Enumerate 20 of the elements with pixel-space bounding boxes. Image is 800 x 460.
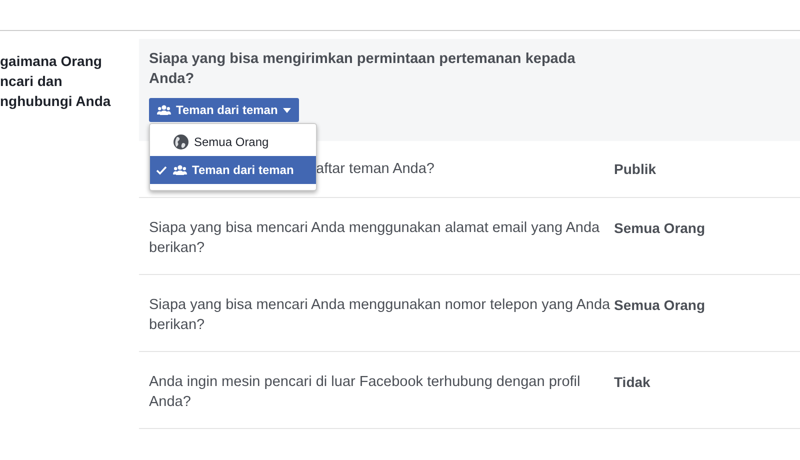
people-icon: [157, 104, 171, 116]
setting-value: Semua Orang: [614, 219, 706, 238]
setting-value: Semua Orang: [614, 296, 706, 315]
question-text: Anda ingin mesin pencari di luar Facebook terhubung dengan profil Anda?: [149, 373, 582, 412]
audience-dropdown[interactable]: Teman dari teman: [149, 98, 299, 122]
menu-item[interactable]: Semua Orang: [150, 128, 316, 156]
setting-value: Publik: [614, 160, 656, 179]
section-title: nghubungi Anda: [0, 92, 111, 111]
section-title: gaimana Orang: [0, 52, 102, 71]
question-text: aftar teman Anda?: [316, 160, 436, 179]
globe-icon: [173, 134, 189, 150]
people-icon: [173, 164, 187, 176]
question-text: Siapa yang bisa mengirimkan permintaan pertemanan kepada Anda?: [149, 50, 576, 89]
caret-icon: [282, 108, 291, 112]
question-text: Siapa yang bisa mencari Anda menggunakan nomor telepon yang Anda berikan?: [149, 296, 612, 335]
setting-value: Tidak: [614, 373, 650, 392]
menu-item[interactable]: Teman dari teman: [150, 156, 316, 184]
check-icon: [156, 166, 167, 176]
section-title: ncari dan: [0, 72, 62, 91]
question-text: Siapa yang bisa mencari Anda menggunakan alamat email yang Anda berikan?: [149, 219, 601, 258]
